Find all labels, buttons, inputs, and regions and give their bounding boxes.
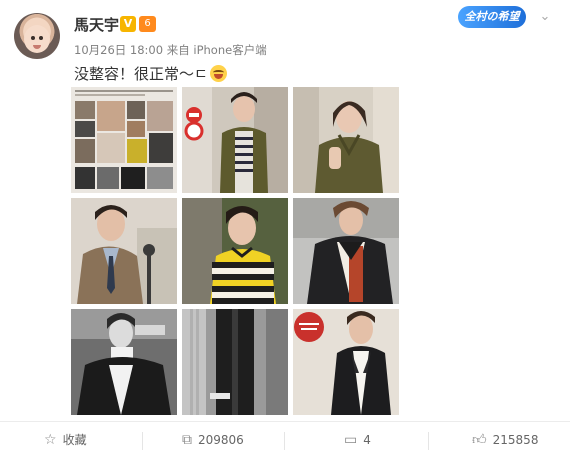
photo-white-turtleneck[interactable]	[71, 309, 177, 415]
avatar[interactable]	[14, 13, 60, 59]
laughing-emoji-icon	[209, 65, 227, 82]
repost-button[interactable]: ⧉ 209806	[182, 422, 244, 459]
post-meta: 10月26日 18:00 来自 iPhone客户端	[74, 42, 267, 58]
action-separator	[284, 432, 285, 450]
comment-button[interactable]: ▭ 4	[344, 422, 371, 459]
photo-black-white-coat[interactable]	[182, 309, 288, 415]
action-separator	[428, 432, 429, 450]
photo-striped-sweater[interactable]	[182, 198, 288, 304]
favorite-button[interactable]: ☆ 收藏	[44, 422, 87, 459]
comment-count: 4	[363, 433, 371, 447]
photo-black-blazer[interactable]	[293, 309, 399, 415]
post-date[interactable]: 10月26日 18:00	[74, 43, 163, 57]
level-badge-icon: 6	[139, 16, 156, 32]
like-count: 215858	[492, 433, 539, 447]
avatar-eye	[31, 36, 35, 40]
photo-grid	[71, 87, 399, 415]
comment-icon: ▭	[344, 432, 358, 448]
action-separator	[142, 432, 143, 450]
source-prefix: 来自	[166, 43, 190, 57]
verified-badge-icon: V	[120, 16, 136, 32]
photo-beige-coat-portrait[interactable]	[71, 198, 177, 304]
star-icon: ☆	[44, 432, 57, 448]
repost-count: 209806	[198, 433, 244, 447]
avatar-eye	[39, 36, 43, 40]
repost-icon: ⧉	[182, 432, 192, 448]
photo-olive-jacket-street[interactable]	[182, 87, 288, 193]
username[interactable]: 馬天宇	[74, 14, 119, 35]
photo-magazine-collage[interactable]	[71, 87, 177, 193]
follow-badge[interactable]: 全村の希望	[458, 6, 526, 28]
photo-leather-jacket[interactable]	[293, 198, 399, 304]
post-text-content: 没整容！很正常～ㄷ	[74, 65, 208, 83]
post-source[interactable]: iPhone客户端	[193, 43, 266, 57]
favorite-label: 收藏	[62, 433, 87, 447]
like-button[interactable]: 👍︎ 215858	[472, 422, 538, 459]
photo-olive-jacket-closeup[interactable]	[293, 87, 399, 193]
post-text: 没整容！很正常～ㄷ	[74, 63, 227, 84]
chevron-down-icon[interactable]: ⌄	[536, 8, 554, 26]
thumbs-up-icon: 👍︎	[472, 432, 487, 448]
action-bar: ☆ 收藏 ⧉ 209806 ▭ 4 👍︎ 215858	[0, 422, 570, 459]
